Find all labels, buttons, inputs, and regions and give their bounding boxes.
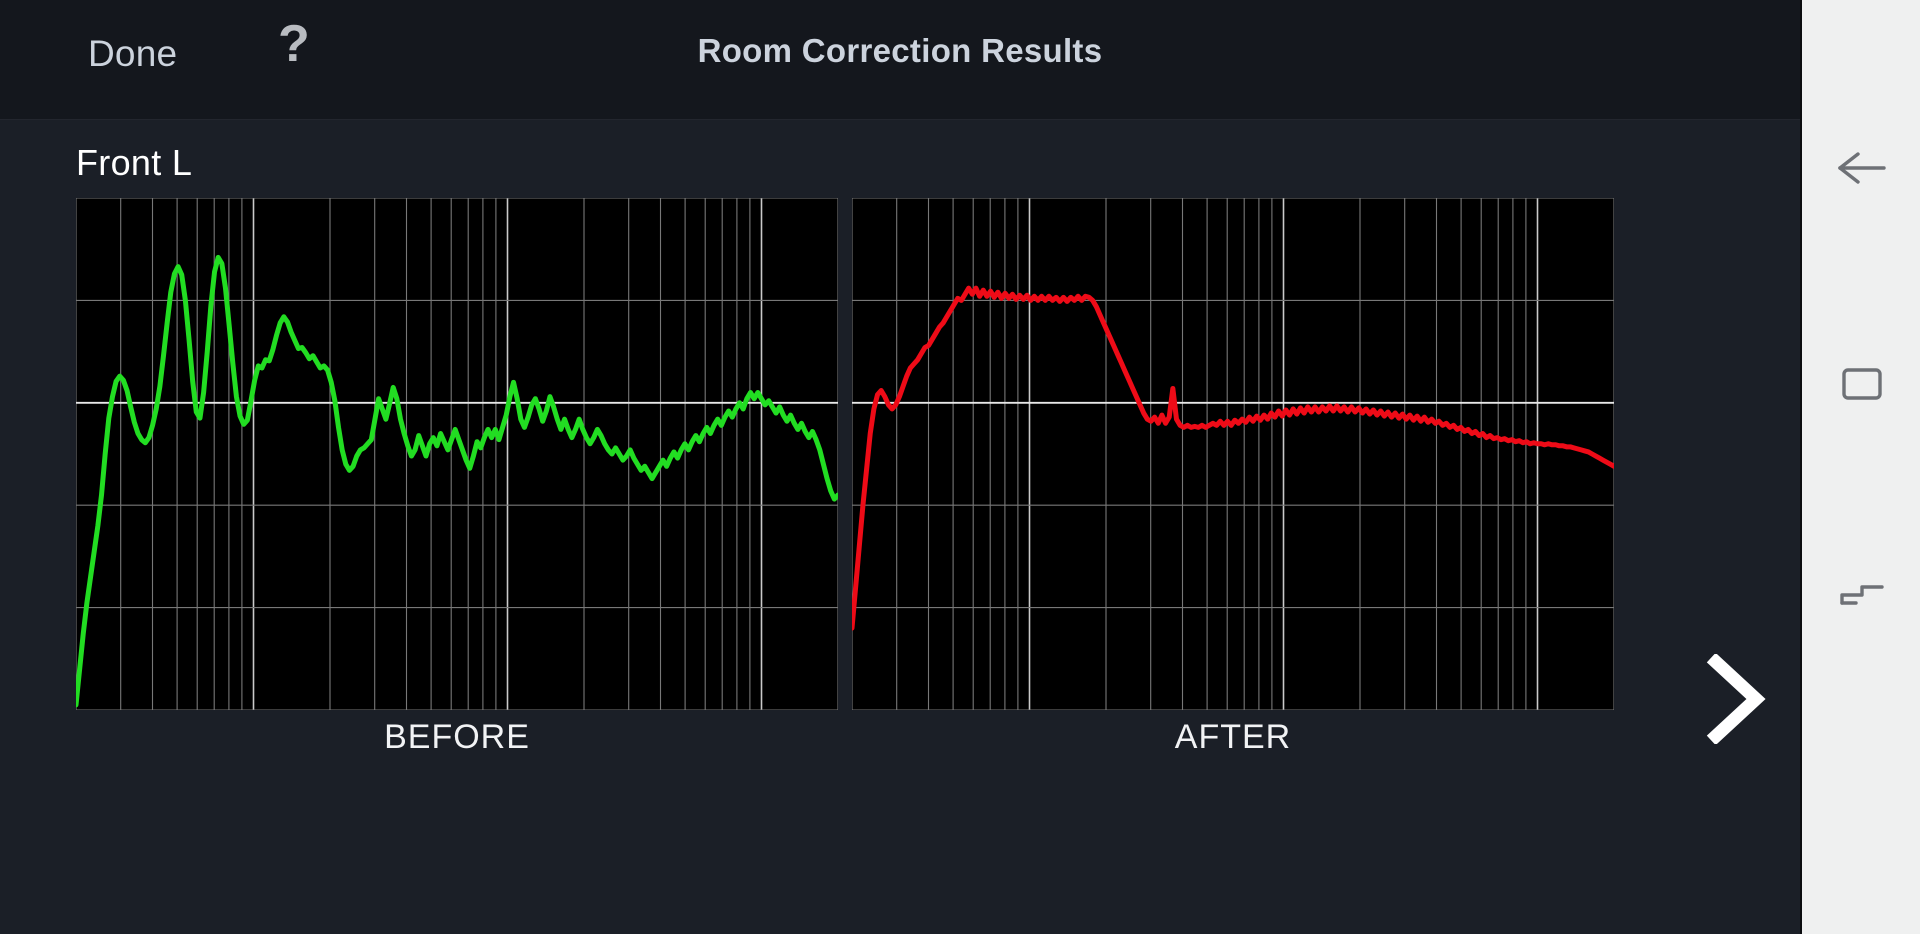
response-curve: [852, 285, 1614, 631]
response-curve: [76, 254, 838, 708]
system-navigation-bar: [1800, 0, 1920, 934]
frequency-response-plot-after[interactable]: [852, 198, 1614, 710]
home-button[interactable]: [1822, 344, 1902, 424]
recent-apps-button[interactable]: [1822, 555, 1902, 635]
chevron-right-icon: [1706, 652, 1766, 746]
chart-block-after: AFTER: [852, 198, 1614, 758]
frequency-response-plot-before[interactable]: [76, 198, 838, 710]
plot-svg-before: [76, 198, 838, 710]
arrow-left-icon: [1838, 152, 1886, 184]
square-home-icon: [1842, 368, 1882, 400]
recents-icon: [1840, 585, 1884, 605]
chart-caption-after: AFTER: [1174, 718, 1292, 756]
grid-lines: [76, 198, 838, 710]
charts-row: BEFORE AFTER: [0, 198, 1800, 758]
page-title: Room Correction Results: [697, 32, 1103, 69]
room-correction-screen: Done ? Room Correction Results Front L B…: [0, 0, 1800, 934]
chart-caption-before: BEFORE: [384, 718, 530, 756]
grid-lines: [852, 198, 1614, 710]
next-channel-chevron-right-icon[interactable]: [1700, 652, 1770, 746]
results-content: Front L BEFORE AFTER: [0, 120, 1800, 934]
channel-label: Front L: [76, 142, 193, 183]
chart-block-before: BEFORE: [76, 198, 838, 758]
app-header: Done ? Room Correction Results: [0, 0, 1800, 120]
plot-svg-after: [852, 198, 1614, 710]
back-button[interactable]: [1822, 128, 1902, 208]
